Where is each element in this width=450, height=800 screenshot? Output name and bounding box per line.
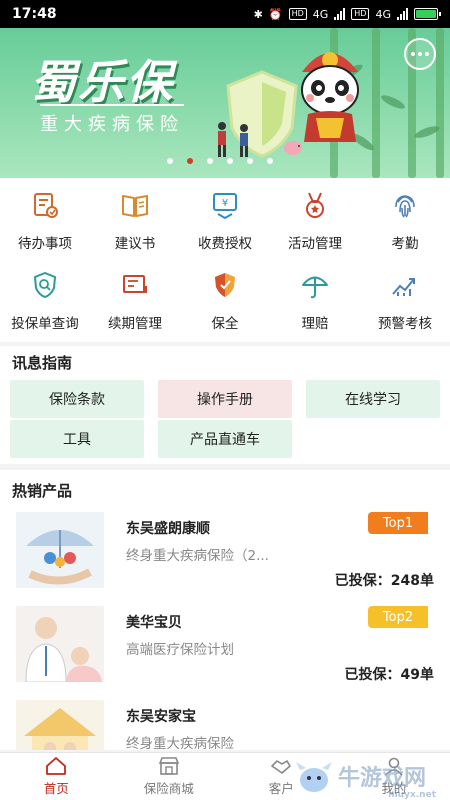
hot-products-section: 热销产品 东吴盛朗康顺 终身重大疾病保险（2... Top1 已投保：248单 xyxy=(0,470,450,750)
status-icons: ✱ ⏰ HD 4G HD 4G xyxy=(253,7,441,21)
hd-badge-2: HD xyxy=(351,8,370,20)
menu-item[interactable]: 建议书 xyxy=(90,178,180,252)
signal-icon-2 xyxy=(397,8,408,20)
product-thumbnail xyxy=(16,606,104,682)
menu-item[interactable]: 待办事项 xyxy=(0,178,90,252)
tab-customer[interactable]: 客户 xyxy=(225,753,338,800)
menu-item-label: 投保单查询 xyxy=(11,316,79,332)
menu-item-label: 续期管理 xyxy=(108,316,162,332)
app-screen: 17:48 ✱ ⏰ HD 4G HD 4G 蜀乐保 重大疾病保险 待办事项 建议… xyxy=(0,0,450,800)
svg-text:¥: ¥ xyxy=(222,198,228,209)
hd-badge: HD xyxy=(288,8,307,20)
pagination-dot[interactable] xyxy=(207,158,213,164)
todo-icon xyxy=(30,178,60,224)
rank-badge: Top1 xyxy=(368,512,428,534)
product-desc: 终身重大疾病保险 xyxy=(126,736,234,750)
pagination-dot[interactable] xyxy=(187,158,193,164)
menu-item[interactable]: 投保单查询 xyxy=(0,258,90,332)
tab-home-label: 首页 xyxy=(43,781,69,796)
banner-subtitle: 重大疾病保险 xyxy=(40,104,184,136)
pagination-dot[interactable] xyxy=(227,158,233,164)
section-title-hot: 热销产品 xyxy=(12,482,73,500)
pagination-dot[interactable] xyxy=(267,158,273,164)
battery-icon xyxy=(414,8,441,20)
product-name: 东吴盛朗康顺 xyxy=(126,521,210,537)
medal-icon xyxy=(300,178,330,224)
network-type-2: 4G xyxy=(375,7,391,21)
tab-store[interactable]: 保险商城 xyxy=(113,753,226,800)
policy-count: 已投保：248单 xyxy=(334,573,434,589)
product-item[interactable]: 美华宝贝 高端医疗保险计划 Top2 已投保：49单 xyxy=(0,606,450,698)
menu-item[interactable]: 续期管理 xyxy=(90,258,180,332)
menu-item-label: 理赔 xyxy=(301,316,329,332)
policy-search-icon xyxy=(30,258,60,304)
rank-badge: Top2 xyxy=(368,606,428,628)
policy-count: 已投保：49单 xyxy=(344,667,434,683)
fingerprint-icon xyxy=(390,178,420,224)
tab-mine[interactable]: 我的 xyxy=(338,753,450,800)
menu-item[interactable]: 预警考核 xyxy=(360,258,450,332)
menu-item-label: 考勤 xyxy=(391,236,419,252)
panda-mascot xyxy=(301,52,359,142)
chip-insurance-terms[interactable]: 保险条款 xyxy=(10,380,144,418)
product-item[interactable]: 东吴安家宝 终身重大疾病保险 xyxy=(0,700,450,750)
menu-item-label: 收费授权 xyxy=(198,236,252,252)
handshake-icon xyxy=(271,760,292,774)
alarm-icon: ⏰ xyxy=(268,7,283,21)
home-icon xyxy=(46,757,67,775)
menu-item-label: 预警考核 xyxy=(378,316,432,332)
tab-mine-label: 我的 xyxy=(381,781,407,796)
menu-item-label: 活动管理 xyxy=(288,236,342,252)
chat-button[interactable] xyxy=(404,38,436,70)
product-name: 东吴安家宝 xyxy=(126,709,196,725)
pagination-dot[interactable] xyxy=(247,158,253,164)
menu-item[interactable]: 理赔 xyxy=(270,258,360,332)
tab-customer-label: 客户 xyxy=(268,781,294,796)
book-icon xyxy=(120,178,150,224)
menu-item-label: 建议书 xyxy=(114,236,156,252)
banner-pagination xyxy=(0,158,450,164)
chip-online-learning[interactable]: 在线学习 xyxy=(306,380,440,418)
chip-operation-manual[interactable]: 操作手册 xyxy=(158,380,292,418)
people-illustration xyxy=(218,122,248,157)
banner-title: 蜀乐保 xyxy=(30,55,174,109)
piggy-bank-icon xyxy=(284,141,302,155)
tab-store-label: 保险商城 xyxy=(143,781,194,796)
menu-item[interactable]: 保全 xyxy=(180,258,270,332)
chip-tools[interactable]: 工具 xyxy=(10,420,144,458)
product-item[interactable]: 东吴盛朗康顺 终身重大疾病保险（2... Top1 已投保：248单 xyxy=(0,512,450,604)
pagination-dot[interactable] xyxy=(167,158,173,164)
product-thumbnail xyxy=(16,512,104,588)
payment-auth-icon: ¥ xyxy=(210,178,240,224)
umbrella-icon xyxy=(300,258,330,304)
news-guide-section: 讯息指南 保险条款 操作手册 在线学习 工具 产品直通车 xyxy=(0,346,450,464)
section-title-guide: 讯息指南 xyxy=(12,354,73,372)
renewal-icon xyxy=(120,258,150,304)
trend-icon xyxy=(390,258,420,304)
signal-icon xyxy=(334,8,346,20)
function-grid: 待办事项 建议书 ¥ 收费授权 活动管理 考勤投保单查询 续期管理 保全 理赔 预警考核 xyxy=(0,178,450,342)
shield-icon xyxy=(210,258,240,304)
tab-home[interactable]: 首页 xyxy=(0,753,113,800)
menu-item[interactable]: 活动管理 xyxy=(270,178,360,252)
chip-product-express[interactable]: 产品直通车 xyxy=(158,420,292,458)
user-icon xyxy=(385,757,403,776)
store-icon xyxy=(158,757,179,775)
status-bar: 17:48 ✱ ⏰ HD 4G HD 4G xyxy=(0,0,450,28)
promo-banner[interactable]: 蜀乐保 重大疾病保险 xyxy=(0,28,450,178)
menu-item-label: 保全 xyxy=(211,316,239,332)
menu-item[interactable]: ¥ 收费授权 xyxy=(180,178,270,252)
menu-item-label: 待办事项 xyxy=(18,236,72,252)
product-thumbnail xyxy=(16,700,104,750)
product-desc: 终身重大疾病保险（2... xyxy=(126,548,269,564)
bluetooth-icon: ✱ xyxy=(253,7,263,21)
bottom-tab-bar: 首页 保险商城 客户 我的 xyxy=(0,752,450,800)
product-name: 美华宝贝 xyxy=(126,615,182,631)
product-desc: 高端医疗保险计划 xyxy=(126,642,234,658)
menu-item[interactable]: 考勤 xyxy=(360,178,450,252)
network-type: 4G xyxy=(312,7,329,21)
status-time: 17:48 xyxy=(12,6,57,22)
